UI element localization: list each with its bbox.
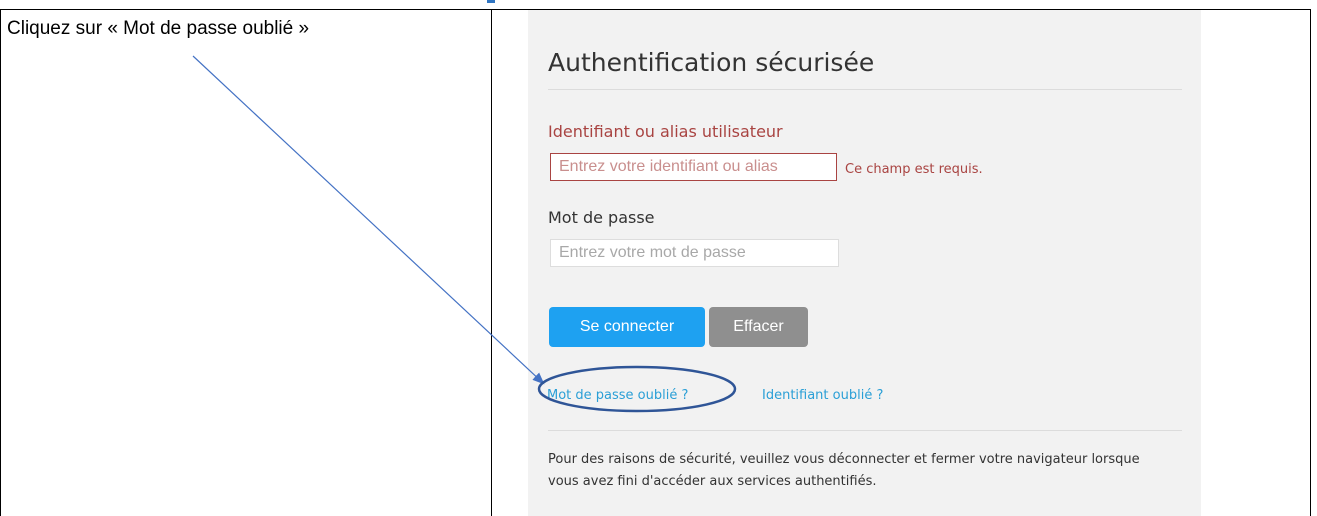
- login-title: Authentification sécurisée: [548, 48, 875, 77]
- password-input[interactable]: [550, 239, 839, 267]
- username-label: Identifiant ou alias utilisateur: [548, 122, 783, 141]
- screenshot-right-margin: [1201, 10, 1310, 516]
- table-column-divider: [491, 9, 492, 516]
- forgot-password-link[interactable]: Mot de passe oublié ?: [547, 388, 688, 403]
- forgot-username-link[interactable]: Identifiant oublié ?: [762, 388, 883, 403]
- instruction-text: Cliquez sur « Mot de passe oublié »: [7, 18, 310, 39]
- username-error-message: Ce champ est requis.: [845, 162, 983, 177]
- login-button[interactable]: Se connecter: [549, 307, 705, 347]
- clear-button[interactable]: Effacer: [709, 307, 808, 347]
- username-input[interactable]: [550, 153, 837, 181]
- top-edge-fragment: [487, 0, 495, 3]
- security-notice: Pour des raisons de sécurité, veuillez v…: [548, 452, 1140, 489]
- title-divider: [548, 89, 1182, 90]
- password-label: Mot de passe: [548, 208, 655, 227]
- login-panel-screenshot: Authentification sécurisée Identifiant o…: [528, 10, 1201, 516]
- notice-divider: [548, 430, 1182, 431]
